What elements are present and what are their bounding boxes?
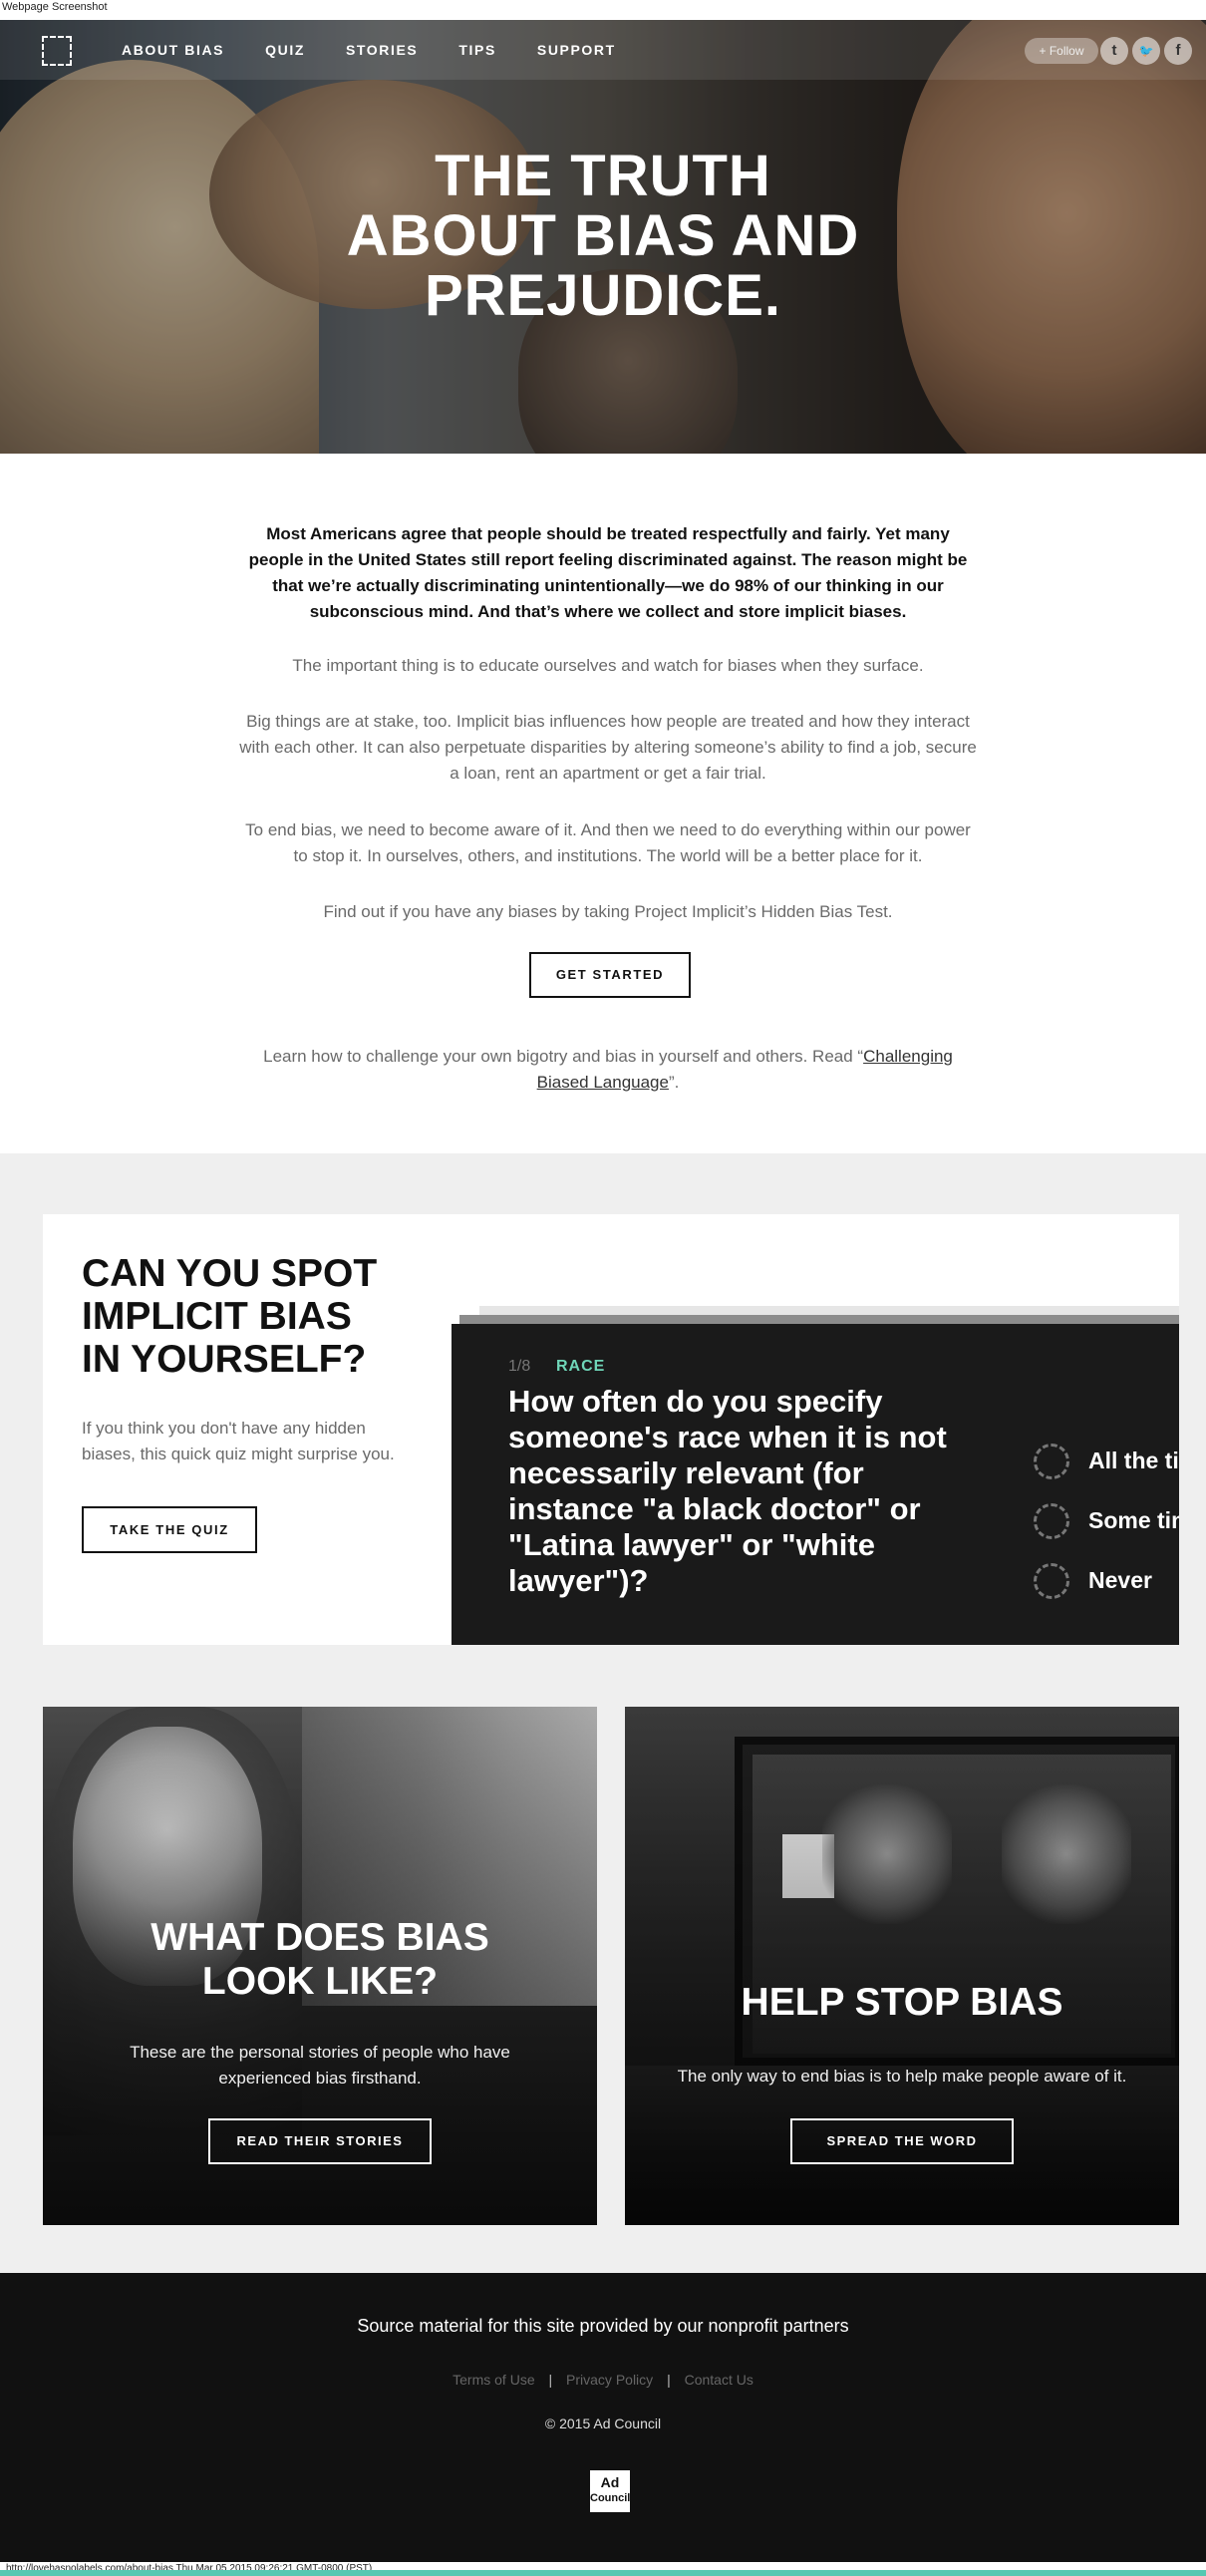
stories-card: WHAT DOES BIAS LOOK LIKE? These are the … [43, 1707, 597, 2225]
challenge-text-end: ”. [668, 1073, 680, 1092]
footer-copyright: © 2015 Ad Council [544, 2415, 662, 2431]
nav-item-support[interactable]: SUPPORT [537, 42, 616, 58]
quiz-card: CAN YOU SPOT IMPLICIT BIAS IN YOURSELF? … [43, 1214, 1179, 1645]
challenge-paragraph: Learn how to challenge your own bigotry … [237, 1044, 979, 1096]
hero-section: ABOUT BIAS QUIZ STORIES TIPS SUPPORT + F… [0, 20, 1206, 454]
hero-title-line: ABOUT BIAS AND [346, 203, 860, 268]
privacy-policy-link[interactable]: Privacy Policy [566, 2372, 653, 2388]
ad-council-logo-text: Ad [600, 2474, 620, 2490]
site-footer: Source material for this site provided b… [0, 2273, 1206, 2570]
radio-circle-icon[interactable] [1034, 1444, 1069, 1479]
quiz-option-label[interactable]: Some times [1088, 1507, 1179, 1534]
main-nav: ABOUT BIAS QUIZ STORIES TIPS SUPPORT + F… [0, 20, 1206, 80]
nav-item-tips[interactable]: TIPS [458, 42, 496, 58]
tumblr-icon[interactable]: t [1100, 37, 1128, 65]
stories-card-title-line: LOOK LIKE? [201, 1960, 439, 2003]
bottom-accent-bar [0, 2570, 1206, 2576]
twitter-icon[interactable]: 🐦 [1132, 37, 1160, 65]
site-logo[interactable] [42, 36, 72, 66]
take-the-quiz-button[interactable]: TAKE THE QUIZ [82, 1506, 257, 1553]
ad-council-logo[interactable]: Ad Council [590, 2470, 630, 2512]
contact-us-link[interactable]: Contact Us [685, 2372, 754, 2388]
intro-lead: Most Americans agree that people should … [248, 524, 968, 621]
nav-item-quiz[interactable]: QUIZ [265, 42, 305, 58]
stories-card-title-line: WHAT DOES BIAS [151, 1916, 489, 1959]
radio-circle-icon[interactable] [1034, 1503, 1069, 1539]
nav-item-about-bias[interactable]: ABOUT BIAS [122, 42, 224, 58]
footer-links: Terms of Use | Privacy Policy | Contact … [0, 2372, 1206, 2388]
footer-separator: | [548, 2372, 553, 2388]
get-started-button[interactable]: GET STARTED [529, 952, 691, 998]
quiz-category: RACE [556, 1358, 606, 1375]
read-their-stories-button[interactable]: READ THEIR STORIES [208, 2118, 432, 2164]
features-section: CAN YOU SPOT IMPLICIT BIAS IN YOURSELF? … [0, 1153, 1206, 2273]
quiz-question-panel: 1/8 RACE How often do you specify someon… [452, 1324, 1179, 1645]
hero-title-line: THE TRUTH [435, 144, 771, 208]
quiz-option-label[interactable]: Never [1088, 1567, 1152, 1594]
intro-paragraph: To end bias, we need to become aware of … [245, 820, 971, 865]
quiz-question: How often do you specify someone's race … [508, 1384, 947, 1598]
screenshot-header-label: Webpage Screenshot [2, 1, 108, 13]
spread-card: HELP STOP BIAS The only way to end bias … [625, 1707, 1179, 2225]
quiz-subtext: If you think you don't have any hidden b… [82, 1419, 395, 1463]
follow-button[interactable]: + Follow [1025, 38, 1098, 64]
intro-paragraph: The important thing is to educate oursel… [292, 656, 924, 675]
spread-card-title: HELP STOP BIAS [741, 1981, 1063, 2024]
quiz-heading-line: IMPLICIT BIAS [82, 1295, 352, 1338]
stories-card-text: These are the personal stories of people… [130, 2043, 510, 2088]
spread-the-word-button[interactable]: SPREAD THE WORD [790, 2118, 1014, 2164]
nav-links: ABOUT BIAS QUIZ STORIES TIPS SUPPORT [122, 42, 657, 58]
intro-paragraph: Big things are at stake, too. Implicit b… [239, 712, 977, 783]
screenshot-header: Webpage Screenshot [0, 0, 1206, 20]
quiz-progress: 1/8 [508, 1358, 531, 1375]
radio-circle-icon[interactable] [1034, 1563, 1069, 1599]
facebook-icon[interactable]: f [1164, 37, 1192, 65]
stories-card-title: WHAT DOES BIAS LOOK LIKE? [43, 1916, 597, 2004]
challenge-text: Learn how to challenge your own bigotry … [263, 1047, 864, 1066]
footer-source-text: Source material for this site provided b… [357, 2316, 849, 2336]
hero-title: THE TRUTH ABOUT BIAS AND PREJUDICE. [0, 147, 1206, 326]
spread-card-text: The only way to end bias is to help make… [677, 2067, 1127, 2086]
footer-separator: | [667, 2372, 671, 2388]
quiz-option-label[interactable]: All the time [1088, 1448, 1179, 1474]
quiz-heading-line: IN YOURSELF? [82, 1338, 367, 1381]
quiz-heading-line: CAN YOU SPOT [82, 1252, 378, 1295]
intro-paragraph: Find out if you have any biases by takin… [323, 902, 893, 921]
terms-of-use-link[interactable]: Terms of Use [452, 2372, 534, 2388]
nav-item-stories[interactable]: STORIES [346, 42, 418, 58]
ad-council-logo-text: Council [590, 2492, 631, 2504]
hero-title-line: PREJUDICE. [424, 263, 782, 328]
intro-section: Most Americans agree that people should … [0, 454, 1206, 1153]
quiz-heading: CAN YOU SPOT IMPLICIT BIAS IN YOURSELF? [82, 1252, 421, 1381]
